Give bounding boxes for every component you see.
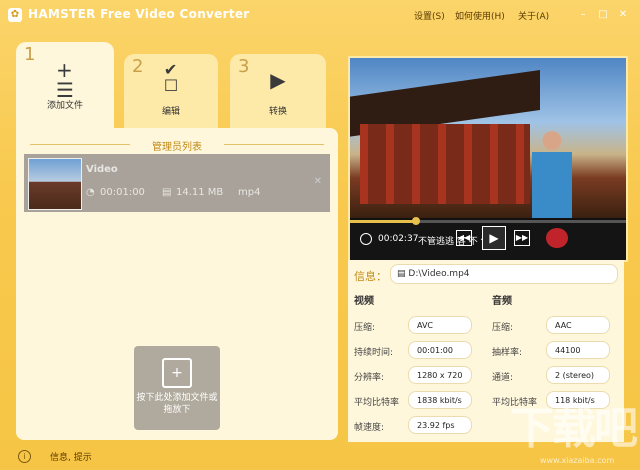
add-file-dropzone[interactable]: + 按下此处添加文件或拖放下 <box>134 346 220 430</box>
audio-channels-label: 通道: <box>492 373 514 383</box>
video-thumbnail <box>28 158 82 210</box>
file-list-header: 管理员列表 <box>16 138 338 153</box>
video-framerate-label: 帧速度: <box>354 423 385 433</box>
video-codec-label: 压缩: <box>354 323 376 333</box>
file-icon: ▤ <box>397 269 406 279</box>
video-section-header: 视频 <box>354 296 374 307</box>
audio-samplerate-label: 抽样率: <box>492 348 523 358</box>
play-button[interactable]: ▶ <box>482 226 506 250</box>
tab-label: 添加文件 <box>46 101 83 111</box>
tab-label: 转换 <box>268 107 287 117</box>
watermark-logo: 下载吧 <box>510 403 638 454</box>
video-duration-value: 00:01:00 <box>408 341 472 359</box>
fast-forward-icon[interactable]: ▶▶ <box>514 230 530 246</box>
red-logo-stamp <box>546 228 568 248</box>
player-controls: 00:02:37 不管逃逃 客 不 气 ◀◀ ▶ ▶▶ <box>350 217 626 260</box>
file-name: Video <box>86 164 118 175</box>
file-list-item[interactable]: Video ◔ 00:01:00 ▤ 14.11 MB mp4 ✕ <box>24 154 330 212</box>
seek-progress <box>350 220 417 223</box>
tab-label: 编辑 <box>161 107 180 117</box>
app-window: ✿ HAMSTER Free Video Converter 设置(S) 如何使… <box>0 0 640 470</box>
file-size: 14.11 MB <box>176 187 224 198</box>
dropzone-text: 按下此处添加文件或拖放下 <box>136 393 218 415</box>
video-resolution-value: 1280 x 720 <box>408 366 472 384</box>
file-format: mp4 <box>238 187 261 198</box>
audio-samplerate-value: 44100 <box>546 341 610 359</box>
filesize-icon: ▤ <box>162 187 172 198</box>
seek-handle[interactable] <box>412 217 421 225</box>
tab-add-file[interactable]: 1 + ☰ 添加文件 <box>16 42 114 132</box>
watermark-url: www.xiazaiba.com <box>540 456 615 465</box>
file-path: D:\Video.mp4 <box>408 269 470 279</box>
convert-arrow-icon: ▶ <box>270 68 286 92</box>
status-text: 信息, 提示 <box>50 453 92 463</box>
video-preview[interactable]: 00:02:37 不管逃逃 客 不 气 ◀◀ ▶ ▶▶ <box>348 56 628 262</box>
tab-number: 1 <box>24 44 36 65</box>
player-time: 00:02:37 <box>378 234 419 244</box>
clock-icon: ◔ <box>86 187 95 198</box>
file-list-panel: 管理员列表 Video ◔ 00:01:00 ▤ 14.11 MB mp4 ✕ … <box>16 128 338 440</box>
tab-convert[interactable]: 3 ▶ 转换 <box>230 54 326 128</box>
add-file-icon: + ☰ <box>56 58 74 102</box>
video-resolution-label: 分辨率: <box>354 373 385 383</box>
file-list-title: 管理员列表 <box>152 142 202 153</box>
subtitle-text: 不管逃逃 客 不 气 <box>418 237 490 247</box>
video-bitrate-label: 平均比特率 <box>354 398 400 408</box>
tab-number: 2 <box>132 56 144 77</box>
minimize-icon[interactable]: – <box>576 8 590 22</box>
close-icon[interactable]: ✕ <box>616 8 630 22</box>
audio-channels-value: 2 (stereo) <box>546 366 610 384</box>
info-label: 信息： <box>354 270 387 283</box>
divider <box>224 144 324 145</box>
file-path-field: ▤ D:\Video.mp4 <box>390 264 618 284</box>
video-framerate-value: 23.92 fps <box>408 416 472 434</box>
audio-section-header: 音频 <box>492 296 512 307</box>
menu-about[interactable]: 关于(A) <box>518 9 549 22</box>
menu-settings[interactable]: 设置(S) <box>414 9 445 22</box>
add-photo-icon: + <box>162 358 192 388</box>
video-bitrate-value: 1838 kbit/s <box>408 391 472 409</box>
video-codec-value: AVC <box>408 316 472 334</box>
checkbox-icon: ✔ ☐ <box>163 60 179 95</box>
tab-edit[interactable]: 2 ✔ ☐ 编辑 <box>124 54 218 128</box>
menu-howto[interactable]: 如何使用(H) <box>455 9 505 22</box>
clock-icon <box>360 233 372 245</box>
maximize-icon[interactable]: □ <box>596 8 610 22</box>
audio-codec-value: AAC <box>546 316 610 334</box>
video-frame <box>350 58 626 218</box>
file-duration: 00:01:00 <box>100 187 145 198</box>
title-bar: ✿ HAMSTER Free Video Converter 设置(S) 如何使… <box>0 0 640 30</box>
tab-number: 3 <box>238 56 250 77</box>
divider <box>30 144 130 145</box>
rewind-icon[interactable]: ◀◀ <box>456 230 472 246</box>
temple-pillars <box>360 124 530 204</box>
seek-bar[interactable] <box>350 217 626 225</box>
app-title: HAMSTER Free Video Converter <box>28 7 250 21</box>
audio-codec-label: 压缩: <box>492 323 514 333</box>
hamster-logo-icon: ✿ <box>8 8 22 22</box>
video-duration-label: 持续时间: <box>354 348 394 358</box>
woman-figure <box>532 128 572 218</box>
remove-file-icon[interactable]: ✕ <box>314 176 322 187</box>
info-icon: i <box>18 450 31 463</box>
